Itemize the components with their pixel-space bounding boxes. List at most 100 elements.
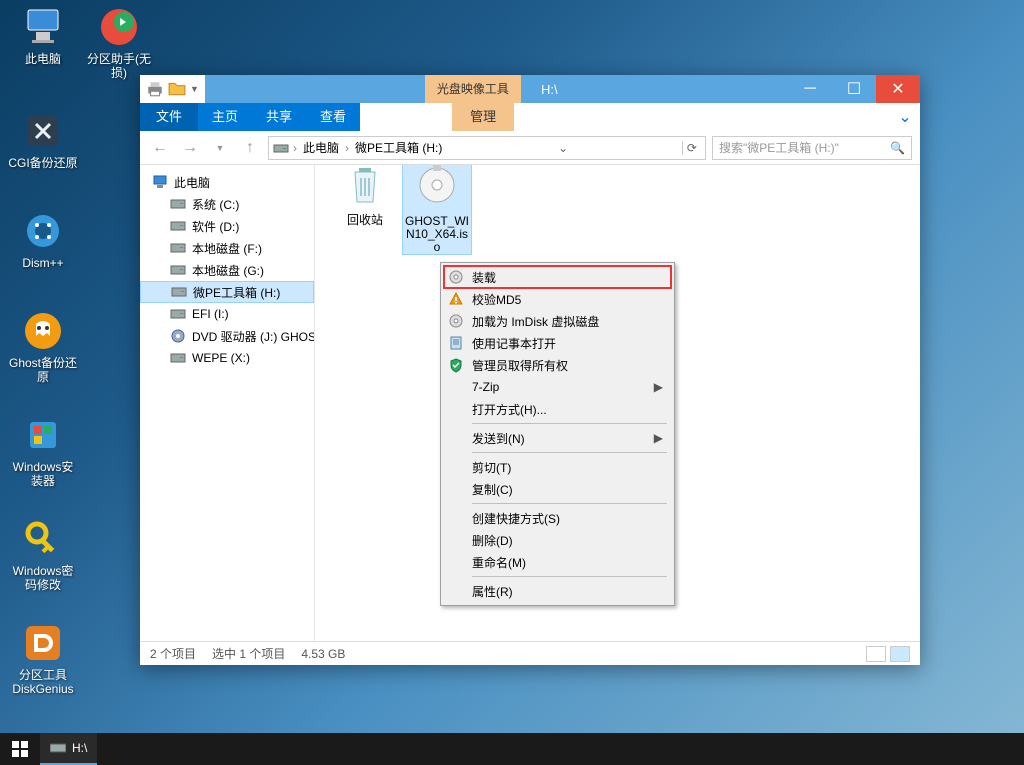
pa-icon: [98, 6, 140, 48]
desktop-icon-dg[interactable]: 分区工具DiskGenius: [8, 622, 78, 696]
forward-button[interactable]: →: [178, 136, 202, 160]
context-menu-item[interactable]: 加载为 ImDisk 虚拟磁盘: [444, 310, 671, 332]
context-tab-disc-tools[interactable]: 光盘映像工具: [425, 75, 521, 103]
taskbar-item-explorer[interactable]: H:\: [40, 733, 97, 765]
minimize-button[interactable]: ─: [788, 75, 832, 103]
context-menu-item[interactable]: 剪切(T): [444, 456, 671, 478]
file-item-iso[interactable]: GHOST_WIN10_X64.iso: [402, 165, 472, 255]
search-icon[interactable]: 🔍: [890, 141, 905, 155]
tree-node-label: 本地磁盘 (F:): [192, 240, 262, 257]
chevron-right-icon[interactable]: ›: [345, 141, 349, 155]
ribbon-expand-icon[interactable]: ⌄: [890, 103, 920, 131]
context-menu-item[interactable]: 删除(D): [444, 529, 671, 551]
tree-node-drive[interactable]: 本地磁盘 (F:): [140, 237, 314, 259]
desktop-icon-ghost[interactable]: Ghost备份还原: [8, 310, 78, 384]
desktop-icon-pa[interactable]: 分区助手(无损): [84, 6, 154, 80]
context-menu-item[interactable]: 打开方式(H)...: [444, 398, 671, 420]
view-grid-icon[interactable]: [890, 646, 910, 662]
status-bar: 2 个项目 选中 1 个项目 4.53 GB: [140, 641, 920, 665]
tree-node-drive[interactable]: EFI (I:): [140, 303, 314, 325]
close-button[interactable]: ✕: [876, 75, 920, 103]
key-icon: [22, 518, 64, 560]
qat-dropdown-icon[interactable]: ▼: [190, 84, 199, 94]
navigation-tree: 此电脑 系统 (C:)软件 (D:) 本地磁盘 (F:) 本地磁盘 (G:) 微PE工…: [140, 165, 315, 641]
maximize-button[interactable]: ☐: [832, 75, 876, 103]
context-menu-separator: [472, 452, 667, 453]
tree-node-drive[interactable]: 系统 (C:): [140, 193, 314, 215]
address-dropdown-icon[interactable]: ⌄: [554, 141, 572, 155]
breadcrumb-current[interactable]: 微PE工具箱 (H:): [353, 139, 444, 156]
desktop-icon-cgi[interactable]: CGI备份还原: [8, 110, 78, 170]
hdd-icon: [170, 263, 186, 277]
context-menu-label: 创建快捷方式(S): [472, 510, 560, 527]
tree-node-label: 微PE工具箱 (H:): [193, 284, 280, 301]
context-menu-item[interactable]: 复制(C): [444, 478, 671, 500]
ribbon-tab-share[interactable]: 共享: [252, 103, 306, 131]
context-menu-item[interactable]: 管理员取得所有权: [444, 354, 671, 376]
context-menu-label: 管理员取得所有权: [472, 357, 568, 374]
context-menu-label: 校验MD5: [472, 291, 521, 308]
tree-node-drive[interactable]: 本地磁盘 (G:): [140, 259, 314, 281]
desktop-icon-label: CGI备份还原: [8, 156, 78, 170]
view-details-icon[interactable]: [866, 646, 886, 662]
search-placeholder: 搜索"微PE工具箱 (H:)": [719, 139, 839, 156]
file-item-recycle[interactable]: 回收站: [330, 165, 400, 227]
ribbon-tab-home[interactable]: 主页: [198, 103, 252, 131]
context-menu-item[interactable]: 使用记事本打开: [444, 332, 671, 354]
desktop-icon-dism[interactable]: Dism++: [8, 210, 78, 270]
desktop-icon-pc[interactable]: 此电脑: [8, 6, 78, 66]
hdd-icon: [170, 307, 186, 321]
hdd-icon: [170, 351, 186, 365]
cgi-icon: [22, 110, 64, 152]
back-button[interactable]: ←: [148, 136, 172, 160]
context-menu: 装载校验MD5 加载为 ImDisk 虚拟磁盘使用记事本打开管理员取得所有权 7-Z…: [440, 262, 675, 606]
context-menu-label: 7-Zip: [472, 380, 499, 394]
hdd-icon: [170, 241, 186, 255]
desktop-icon-key[interactable]: Windows密码修改: [8, 518, 78, 592]
iso-icon: [413, 165, 461, 211]
file-menu[interactable]: 文件: [140, 103, 198, 131]
context-menu-item[interactable]: 校验MD5: [444, 288, 671, 310]
tree-node-label: DVD 驱动器 (J:) GHOST: [192, 328, 315, 345]
up-button[interactable]: ↑: [238, 136, 262, 160]
folder-icon[interactable]: [168, 80, 186, 98]
printer-icon: [146, 80, 164, 98]
tree-node-drive[interactable]: DVD 驱动器 (J:) GHOST: [140, 325, 314, 347]
recycle-icon: [341, 165, 389, 210]
context-menu-label: 打开方式(H)...: [472, 401, 547, 418]
ribbon-context-bar: 光盘映像工具 H:\: [205, 75, 788, 103]
tree-root-this-pc[interactable]: 此电脑: [140, 171, 314, 193]
context-menu-item[interactable]: 7-Zip ▶: [444, 376, 671, 398]
refresh-icon[interactable]: ⟳: [682, 141, 701, 155]
context-menu-item[interactable]: 装载: [444, 266, 671, 288]
submenu-arrow-icon: ▶: [654, 380, 663, 394]
ribbon-tab-manage[interactable]: 管理: [452, 103, 514, 131]
breadcrumb-root[interactable]: 此电脑: [301, 139, 341, 156]
address-bar[interactable]: › 此电脑 › 微PE工具箱 (H:) ⌄ ⟳: [268, 136, 706, 160]
quick-access-toolbar: ▼: [140, 80, 205, 98]
context-menu-label: 装载: [472, 269, 496, 286]
search-input[interactable]: 搜索"微PE工具箱 (H:)" 🔍: [712, 136, 912, 160]
taskbar-item-label: H:\: [72, 741, 87, 755]
ribbon-tab-view[interactable]: 查看: [306, 103, 360, 131]
start-button[interactable]: [0, 733, 40, 765]
tree-node-drive[interactable]: 微PE工具箱 (H:): [140, 281, 314, 303]
chevron-right-icon[interactable]: ›: [293, 141, 297, 155]
tree-node-drive[interactable]: 软件 (D:): [140, 215, 314, 237]
drive-icon: [50, 742, 66, 754]
context-menu-item[interactable]: 属性(R): [444, 580, 671, 602]
context-menu-label: 属性(R): [472, 583, 513, 600]
recent-dropdown-icon[interactable]: ▼: [208, 136, 232, 160]
desktop-icon-label: Dism++: [8, 256, 78, 270]
ribbon: 文件 主页 共享 查看 管理 ⌄: [140, 103, 920, 131]
windows-logo-icon: [12, 741, 28, 757]
desktop-icon-winst[interactable]: Windows安装器: [8, 414, 78, 488]
context-menu-item[interactable]: 发送到(N) ▶: [444, 427, 671, 449]
context-menu-label: 发送到(N): [472, 430, 525, 447]
context-menu-item[interactable]: 重命名(M): [444, 551, 671, 573]
submenu-arrow-icon: ▶: [654, 431, 663, 445]
tree-root-label: 此电脑: [174, 174, 210, 191]
tree-node-drive[interactable]: WEPE (X:): [140, 347, 314, 369]
context-menu-label: 删除(D): [472, 532, 513, 549]
context-menu-item[interactable]: 创建快捷方式(S): [444, 507, 671, 529]
